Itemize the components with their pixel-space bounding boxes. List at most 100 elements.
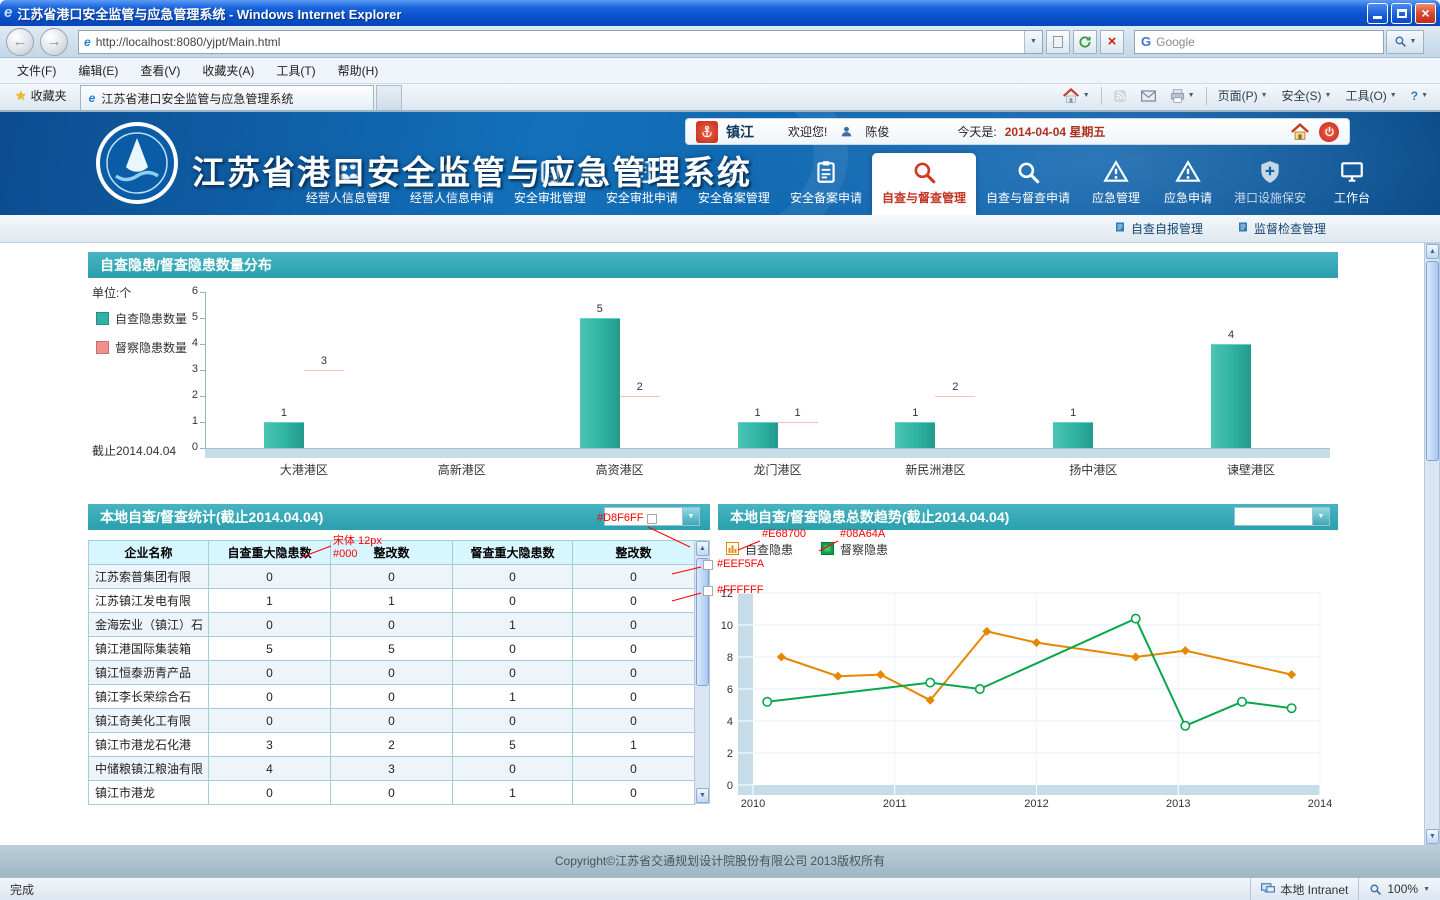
svg-text:2012: 2012 [1024,798,1048,810]
value-cell: 0 [331,685,453,709]
value-cell: 0 [453,709,573,733]
search-button[interactable]: ▼ [1386,30,1424,54]
subnav-item-0[interactable]: 自查自报管理 [1114,220,1203,237]
minimize-button[interactable] [1367,3,1388,24]
table-row[interactable]: 镇江港国际集装箱5500 [89,637,695,661]
table-row[interactable]: 江苏索普集团有限0000 [89,565,695,589]
favorites-button[interactable]: ★ 收藏夹 [6,83,76,108]
refresh-button[interactable] [1073,30,1097,54]
table-row[interactable]: 镇江市港龙0010 [89,781,695,805]
welcome-label: 欢迎您! [788,123,827,140]
table-scrollbar[interactable]: ▲ ▼ [694,540,710,804]
read-mail-button[interactable] [1135,87,1162,105]
help-button[interactable]: ?▼ [1405,86,1434,106]
bar-value-label: 1 [1053,407,1093,419]
table-row[interactable]: 镇江李长荣综合石0010 [89,685,695,709]
stats-table: 企业名称自查重大隐患数整改数督查重大隐患数整改数 江苏索普集团有限0000江苏镇… [88,540,695,805]
close-button[interactable]: × [1415,3,1436,24]
value-cell: 0 [331,709,453,733]
table-row[interactable]: 中储粮镇江粮油有限4300 [89,757,695,781]
table-row[interactable]: 金海宏业（镇江）石0010 [89,613,695,637]
table-scroll-thumb[interactable] [696,558,709,686]
y-tick-label: 3 [174,363,198,375]
bar-self-check [580,318,620,448]
nav-item-7[interactable]: 自查与督查申请 [976,153,1080,215]
toolbar-button-1[interactable]: 安全(S)▼ [1276,84,1338,107]
nav-item-8[interactable]: 应急管理 [1080,153,1152,215]
toolbar-button-2[interactable]: 工具(O)▼ [1339,84,1402,107]
feed-icon [1113,89,1127,103]
forward-button[interactable]: → [40,28,68,56]
value-cell: 0 [573,757,695,781]
chevron-down-icon[interactable]: ▼ [1312,508,1329,525]
nav-item-5[interactable]: 安全备案申请 [780,153,872,215]
menu-item-0[interactable]: 文件(F) [6,59,67,82]
maximize-button[interactable] [1391,3,1412,24]
print-button[interactable]: ▼ [1164,86,1201,106]
compatibility-view-button[interactable] [1046,30,1070,54]
search-provider-icon: G [1141,34,1151,49]
zoom-pane[interactable]: 100% ▼ [1358,878,1440,900]
page-scroll-thumb[interactable] [1426,261,1439,461]
subnav-item-1[interactable]: 监督检查管理 [1237,220,1326,237]
legend-swatch [96,312,109,325]
trend-filter-dropdown[interactable]: ▼ [1234,507,1330,526]
nav-item-9[interactable]: 应急申请 [1152,153,1224,215]
menu-item-5[interactable]: 帮助(H) [327,59,390,82]
bar-category-label: 大港港区 [225,461,383,478]
trend-chart-legend: 自查隐患督察隐患 [726,541,888,558]
scroll-up-icon[interactable]: ▲ [1426,244,1439,259]
home-button[interactable]: ▼ [1056,85,1096,107]
refresh-icon [1078,35,1092,49]
logout-power-button[interactable] [1319,122,1339,142]
table-row[interactable]: 镇江恒泰沥青产品0000 [89,661,695,685]
y-tick-label: 4 [174,337,198,349]
star-icon: ★ [15,88,27,104]
user-name[interactable]: 陈俊 [865,123,889,140]
menu-item-1[interactable]: 编辑(E) [67,59,129,82]
nav-item-label: 安全备案申请 [790,189,862,206]
status-bar: 完成 本地 Intranet 100% ▼ [0,877,1440,900]
bar-value-label: 2 [620,381,660,393]
toolbar-button-0[interactable]: 页面(P)▼ [1212,84,1274,107]
scroll-down-icon[interactable]: ▼ [1426,829,1439,844]
report-icon [1114,221,1126,236]
address-input[interactable]: e http://localhost:8080/yjpt/Main.html ▼ [78,30,1043,54]
chevron-down-icon[interactable]: ▼ [682,508,699,525]
table-row[interactable]: 镇江市港龙石化港3251 [89,733,695,757]
stop-button[interactable]: × [1100,30,1124,54]
home-shortcut-button[interactable] [1289,121,1311,143]
value-cell: 0 [453,589,573,613]
nav-item-6[interactable]: 自查与督查管理 [872,153,976,215]
menu-item-2[interactable]: 查看(V) [129,59,191,82]
value-cell: 0 [573,565,695,589]
scroll-up-icon[interactable]: ▲ [696,541,709,556]
company-name-cell: 中储粮镇江粮油有限 [89,757,209,781]
magnifier-icon [1015,159,1041,185]
city-name: 镇江 [726,122,754,142]
page-scrollbar[interactable]: ▲ ▼ [1424,243,1440,845]
search-input[interactable]: G Google [1134,30,1384,54]
y-tick-label: 1 [174,415,198,427]
table-row[interactable]: 镇江奇美化工有限0000 [89,709,695,733]
menu-item-3[interactable]: 收藏夹(A) [191,59,265,82]
trend-line-chart: 02468101220102011201220132014 [718,558,1338,810]
value-cell: 0 [209,613,331,637]
address-dropdown-arrow[interactable]: ▼ [1024,31,1042,53]
bar-value-label: 1 [264,407,304,419]
table-column-header: 整改数 [573,541,695,565]
browser-tab[interactable]: e 江苏省港口安全监管与应急管理系统 [80,85,374,110]
nav-item-10[interactable]: 港口设施保安 [1224,153,1316,215]
scroll-down-icon[interactable]: ▼ [696,788,709,803]
back-button[interactable]: ← [6,28,34,56]
trend-panel-header: 本地自查/督查隐患总数趋势(截止2014.04.04) ▼ [718,504,1338,530]
svg-text:2013: 2013 [1166,798,1190,810]
new-tab-button[interactable] [376,85,402,110]
table-row[interactable]: 江苏镇江发电有限1100 [89,589,695,613]
nav-item-11[interactable]: 工作台 [1316,153,1388,215]
menu-item-4[interactable]: 工具(T) [265,59,326,82]
company-name-cell: 镇江港国际集装箱 [89,637,209,661]
bar-value-label: 2 [935,381,975,393]
feeds-button[interactable] [1107,86,1133,106]
bar-value-label: 5 [580,303,620,315]
